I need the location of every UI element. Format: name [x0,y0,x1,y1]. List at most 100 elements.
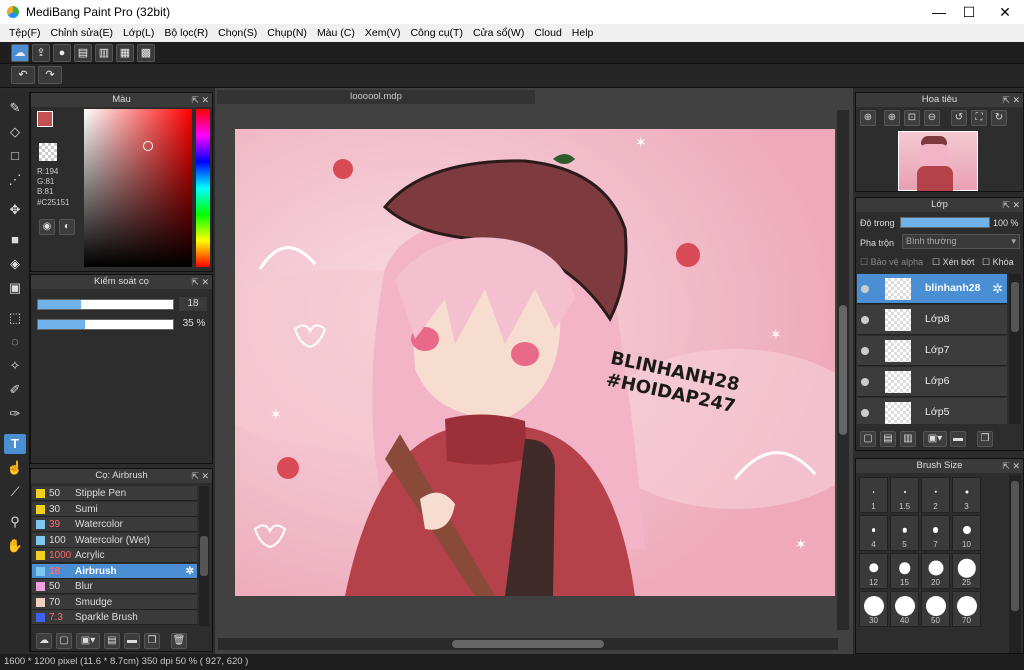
fit-icon[interactable]: ⊡ [904,110,920,126]
brush-list-item[interactable]: 18 Airbrush ✲ [32,563,197,579]
brush-new-icon[interactable]: ▢ [56,633,72,649]
brush-size-cell[interactable]: 25 [952,553,981,589]
move-tool-icon[interactable]: ✥ [4,200,26,220]
eye-icon[interactable] [861,347,869,355]
brush-tool-icon[interactable]: ✎ [4,98,26,118]
share-icon[interactable]: ⇪ [32,44,50,62]
menu-select[interactable]: Chọn(S) [213,27,262,39]
minimize-button[interactable]: — [922,0,956,24]
brush-list-item[interactable]: 30 Sumi [32,501,197,517]
brush-list-item[interactable]: 50 Stipple Pen [32,486,197,501]
picker-cursor[interactable] [143,141,153,151]
layer-add-menu-icon[interactable]: ▣▾ [923,431,947,447]
chat-icon[interactable]: ▤ [74,44,92,62]
bucket-tool-icon[interactable]: ◈ [4,254,26,274]
brush-list-item[interactable]: 70 Smudge [32,594,197,610]
gear-icon[interactable]: ✲ [186,564,194,579]
dot-tool-icon[interactable]: ⋰ [4,170,26,190]
eye-icon[interactable] [861,285,869,293]
menu-file[interactable]: Tệp(F) [4,27,46,39]
brush-delete-icon[interactable]: 🗑 [171,633,187,649]
brush-cloud-icon[interactable]: ☁ [36,633,52,649]
clipping-checkbox[interactable]: ☐ Xén bớt [932,257,975,268]
fill-rect-tool-icon[interactable]: ■ [4,230,26,250]
menu-help[interactable]: Help [567,27,599,39]
menu-edit[interactable]: Chỉnh sửa(E) [46,27,118,39]
panel-close-icon[interactable]: ⇱ ✕ [191,469,209,483]
palette-icon[interactable]: ◉ [39,219,55,235]
saturation-value-picker[interactable] [84,109,192,267]
hue-slider[interactable] [196,109,210,267]
menu-snap[interactable]: Chụp(N) [262,27,312,39]
panel-close-icon[interactable]: ⇱ ✕ [1002,93,1020,107]
menu-layer[interactable]: Lớp(L) [118,27,159,39]
brush-list-item[interactable]: 1000 Acrylic [32,548,197,563]
menu-tools[interactable]: Công cụ(T) [405,27,468,39]
maximize-button[interactable]: ☐ [952,0,986,24]
navigator-thumbnail[interactable] [898,131,978,191]
brush-size-cell[interactable]: 4 [859,515,888,551]
canvas-horizontal-scrollbar[interactable] [218,638,838,650]
fullscreen-icon[interactable]: ⛶ [971,110,987,126]
divide-tool-icon[interactable]: ⟋ [4,482,26,502]
brush-size-scrollbar[interactable] [1009,475,1021,653]
hand-tool-icon[interactable]: ✋ [4,536,26,556]
zoom-plus-icon[interactable]: ⊕ [884,110,900,126]
brush-size-cell[interactable]: 40 [890,591,919,627]
color-history-icon[interactable]: ◐ [59,219,75,235]
document-icon[interactable]: ▥ [95,44,113,62]
brush-list-item[interactable]: 39 Watercolor [32,517,197,532]
eraser-tool-icon[interactable]: ◇ [4,122,26,142]
brush-size-cell[interactable]: 5 [890,515,919,551]
grid-icon[interactable]: ▦ [116,44,134,62]
panel-close-icon[interactable]: ⇱ ✕ [191,93,209,107]
layer-row[interactable]: Lớp8 [857,305,1007,335]
brush-size-cell[interactable]: 3 [952,477,981,513]
brush-size-slider[interactable] [37,299,174,310]
eye-icon[interactable] [861,409,869,417]
menu-filter[interactable]: Bộ lọc(R) [159,27,213,39]
brush-list-item[interactable]: 100 Watercolor (Wet) [32,532,197,548]
blend-mode-select[interactable]: Bình thường ▾ [902,234,1020,249]
brush-size-cell[interactable]: 1.5 [890,477,919,513]
brush-size-cell[interactable]: 10 [952,515,981,551]
rotate-right-icon[interactable]: ↻ [991,110,1007,126]
brush-list-item[interactable]: 7.3 Sparkle Brush [32,610,197,625]
brush-size-cell[interactable]: 2 [921,477,950,513]
brush-list-item[interactable]: 50 Blur [32,579,197,594]
layer-scrollbar[interactable] [1009,274,1021,424]
brush-size-cell[interactable]: 15 [890,553,919,589]
layer-row[interactable]: blinhanh28 ✲ [857,274,1007,304]
foreground-color-swatch[interactable] [37,111,53,127]
undo-icon[interactable]: ↶ [11,66,35,84]
zoom-out-icon[interactable]: ⊖ [924,110,940,126]
shape-tool-icon[interactable]: □ [4,146,26,166]
menu-color[interactable]: Màu (C) [312,27,360,39]
brush-size-value[interactable]: 18 [179,297,207,311]
comment-icon[interactable]: ● [53,44,71,62]
text-tool-icon[interactable]: T [4,434,26,454]
brush-add-menu-icon[interactable]: ▣▾ [76,633,100,649]
select-pen-tool-icon[interactable]: ✐ [4,380,26,400]
panel-close-icon[interactable]: ⇱ ✕ [1002,459,1020,473]
layer-new-8bit-icon[interactable]: ▥ [900,431,916,447]
tiles-icon[interactable]: ▩ [137,44,155,62]
zoom-in-icon[interactable]: ⊕ [860,110,876,126]
eye-icon[interactable] [861,316,869,324]
brush-list-scrollbar[interactable] [199,486,209,626]
brush-opacity-slider[interactable] [37,319,174,330]
lock-checkbox[interactable]: ☐ Khóa [982,257,1014,268]
brush-folder-icon[interactable]: ▬ [124,633,140,649]
operation-tool-icon[interactable]: ☝ [4,458,26,478]
menu-view[interactable]: Xem(V) [360,27,406,39]
layer-new-icon[interactable]: ▢ [860,431,876,447]
panel-close-icon[interactable]: ⇱ ✕ [191,275,209,289]
canvas-vertical-scrollbar[interactable] [837,110,849,630]
layer-row[interactable]: Lớp7 [857,336,1007,366]
brush-import-icon[interactable]: ▤ [104,633,120,649]
brush-size-cell[interactable]: 50 [921,591,950,627]
redo-icon[interactable]: ↷ [38,66,62,84]
layer-row[interactable]: Lớp5 [857,398,1007,424]
document-tab[interactable]: loooool.mdp [217,90,535,104]
brush-size-cell[interactable]: 30 [859,591,888,627]
